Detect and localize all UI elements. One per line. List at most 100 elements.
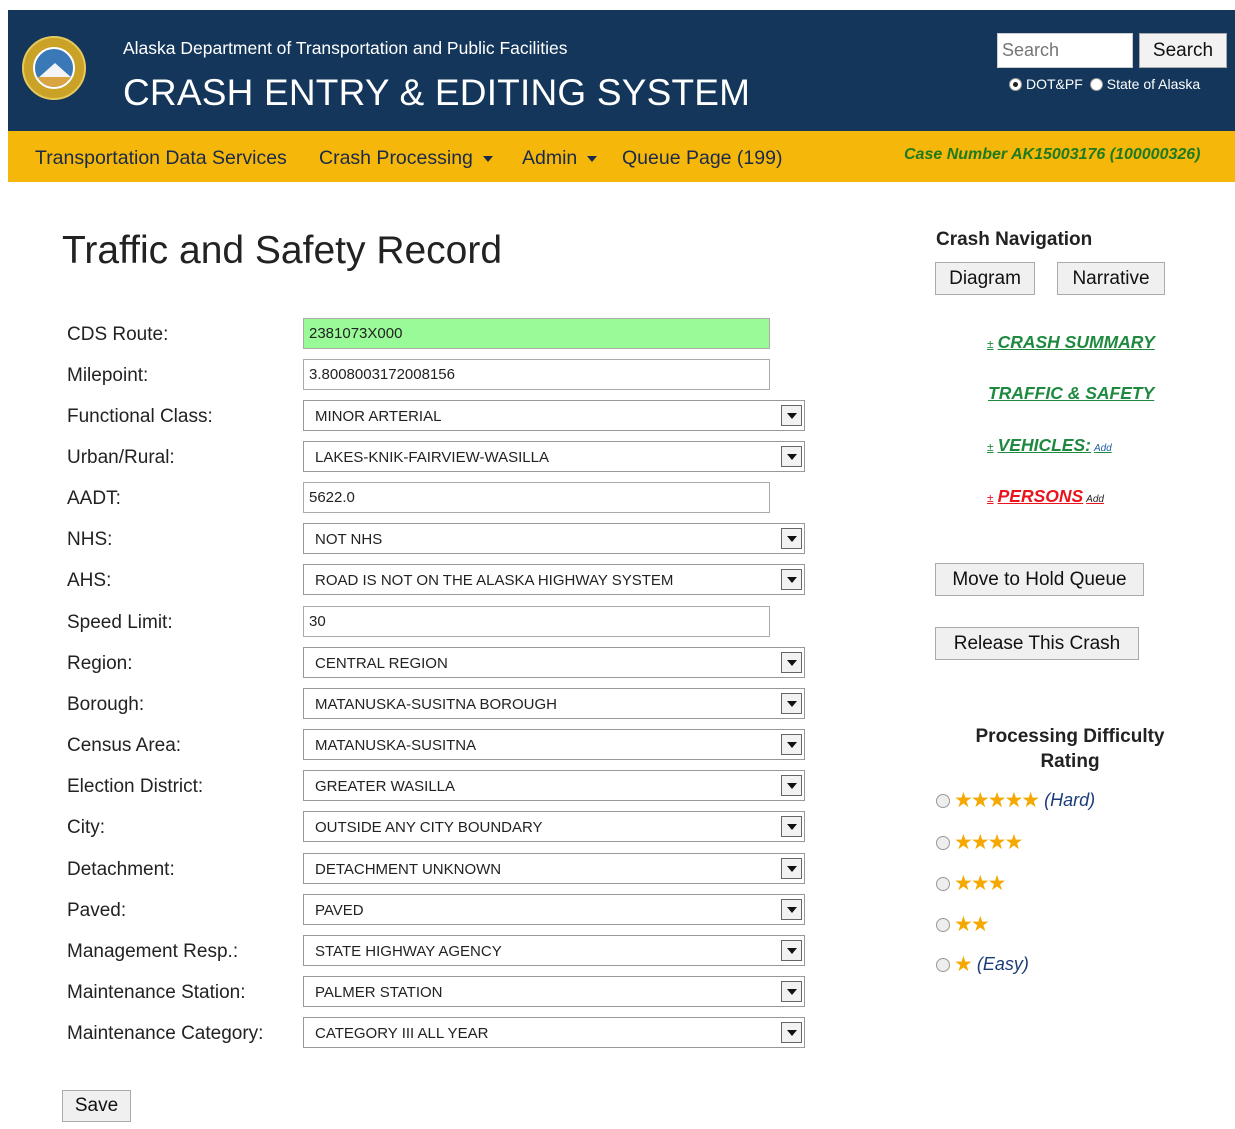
select-value: MINOR ARTERIAL xyxy=(315,408,442,425)
city-select[interactable]: OUTSIDE ANY CITY BOUNDARY xyxy=(303,811,805,842)
form-row-aadt: AADT: xyxy=(67,482,807,514)
field-label: Urban/Rural: xyxy=(67,447,175,468)
field-label: Census Area: xyxy=(67,735,182,756)
agency-name: Alaska Department of Transportation and … xyxy=(123,38,568,58)
rating-label: (Hard) xyxy=(1044,790,1096,810)
field-label: Detachment: xyxy=(67,859,175,880)
vehicles-link[interactable]: ± VEHICLES: Add xyxy=(987,435,1112,456)
persons-label: PERSONS xyxy=(997,486,1084,506)
dropdown-arrow-icon xyxy=(781,775,802,796)
form-row-borough: Borough: MATANUSKA-SUSITNA BOROUGH xyxy=(67,688,807,720)
maintenance-station-select[interactable]: PALMER STATION xyxy=(303,976,805,1007)
detachment-select[interactable]: DETACHMENT UNKNOWN xyxy=(303,853,805,884)
dropdown-arrow-icon xyxy=(781,940,802,961)
dropdown-arrow-icon xyxy=(781,981,802,1002)
form-row-milepoint: Milepoint: xyxy=(67,359,807,391)
field-label: Paved: xyxy=(67,900,127,921)
chevron-down-icon xyxy=(482,155,493,162)
add-vehicle-link[interactable]: Add xyxy=(1094,443,1112,454)
rating-radio[interactable] xyxy=(936,876,950,891)
page-title: Traffic and Safety Record xyxy=(62,229,503,272)
narrative-button[interactable]: Narrative xyxy=(1057,262,1165,295)
crash-summary-link[interactable]: ± CRASH SUMMARY xyxy=(987,332,1155,353)
field-label: Election District: xyxy=(67,776,204,797)
form-row-urban-rural: Urban/Rural: LAKES-KNIK-FAIRVIEW-WASILLA xyxy=(67,441,807,473)
dropdown-arrow-icon xyxy=(781,899,802,920)
radio-state-of-alaska[interactable] xyxy=(1089,77,1103,91)
form-row-management-resp: Management Resp.: STATE HIGHWAY AGENCY xyxy=(67,935,807,967)
form-row-nhs: NHS: NOT NHS xyxy=(67,523,807,555)
field-label: City: xyxy=(67,817,105,838)
traffic-safety-link[interactable]: TRAFFIC & SAFETY xyxy=(988,383,1154,404)
search-input[interactable] xyxy=(997,33,1133,68)
vehicles-label: VEHICLES: xyxy=(997,435,1091,455)
field-label: AHS: xyxy=(67,570,112,591)
aadt-field[interactable] xyxy=(303,482,770,513)
star-icons: ★ xyxy=(954,953,973,976)
region-select[interactable]: CENTRAL REGION xyxy=(303,647,805,678)
cds-route-field[interactable] xyxy=(303,318,770,349)
field-label: Milepoint: xyxy=(67,365,149,386)
form-row-cds-route: CDS Route: xyxy=(67,318,807,350)
rating-option-3: ★★★ xyxy=(936,871,1007,896)
borough-select[interactable]: MATANUSKA-SUSITNA BOROUGH xyxy=(303,688,805,719)
nhs-select[interactable]: NOT NHS xyxy=(303,523,805,554)
star-icons: ★★★ xyxy=(954,872,1007,895)
rating-radio[interactable] xyxy=(936,957,950,972)
rating-radio[interactable] xyxy=(936,835,950,850)
select-value: ROAD IS NOT ON THE ALASKA HIGHWAY SYSTEM xyxy=(315,572,674,589)
nav-queue-page[interactable]: Queue Page (199) xyxy=(622,147,782,170)
save-button[interactable]: Save xyxy=(62,1090,131,1122)
milepoint-field[interactable] xyxy=(303,359,770,390)
form-row-speed-limit: Speed Limit: xyxy=(67,606,807,638)
form-row-ahs: AHS: ROAD IS NOT ON THE ALASKA HIGHWAY S… xyxy=(67,564,807,596)
nav-crash-processing[interactable]: Crash Processing xyxy=(319,147,493,170)
form-row-city: City: OUTSIDE ANY CITY BOUNDARY xyxy=(67,811,807,843)
nav-admin-label: Admin xyxy=(522,147,578,169)
select-value: GREATER WASILLA xyxy=(315,778,456,795)
select-value: STATE HIGHWAY AGENCY xyxy=(315,943,502,960)
census-area-select[interactable]: MATANUSKA-SUSITNA xyxy=(303,729,805,760)
dropdown-arrow-icon xyxy=(781,569,802,590)
expand-toggle-icon[interactable]: ± xyxy=(987,337,994,351)
processing-difficulty-heading: Processing Difficulty Rating xyxy=(975,726,1165,772)
speed-limit-field[interactable] xyxy=(303,606,770,637)
management-resp-select[interactable]: STATE HIGHWAY AGENCY xyxy=(303,935,805,966)
persons-link[interactable]: ± PERSONS Add xyxy=(987,486,1104,507)
form-row-functional-class: Functional Class: MINOR ARTERIAL xyxy=(67,400,807,432)
field-label: Functional Class: xyxy=(67,406,213,427)
select-value: MATANUSKA-SUSITNA BOROUGH xyxy=(315,696,557,713)
nav-transportation-data-services[interactable]: Transportation Data Services xyxy=(35,147,287,170)
rating-radio[interactable] xyxy=(936,793,950,808)
alaska-dot-seal-logo xyxy=(22,36,86,100)
maintenance-category-select[interactable]: CATEGORY III ALL YEAR xyxy=(303,1017,805,1048)
nav-admin[interactable]: Admin xyxy=(522,147,598,170)
form-row-region: Region: CENTRAL REGION xyxy=(67,647,807,679)
rating-option-5: ★★★★★ (Hard) xyxy=(936,788,1095,813)
form-row-election-district: Election District: GREATER WASILLA xyxy=(67,770,807,802)
paved-select[interactable]: PAVED xyxy=(303,894,805,925)
field-label: Management Resp.: xyxy=(67,941,239,962)
rating-radio[interactable] xyxy=(936,917,950,932)
case-number: Case Number AK15003176 (100000326) xyxy=(904,146,1201,163)
form-row-maintenance-station: Maintenance Station: PALMER STATION xyxy=(67,976,807,1008)
traffic-safety-label: TRAFFIC & SAFETY xyxy=(988,383,1155,403)
move-to-hold-queue-button[interactable]: Move to Hold Queue xyxy=(935,563,1144,596)
expand-toggle-icon[interactable]: ± xyxy=(987,491,994,505)
urban-rural-select[interactable]: LAKES-KNIK-FAIRVIEW-WASILLA xyxy=(303,441,805,472)
release-this-crash-button[interactable]: Release This Crash xyxy=(935,627,1139,660)
diagram-button[interactable]: Diagram xyxy=(935,262,1035,295)
dropdown-arrow-icon xyxy=(781,816,802,837)
chevron-down-icon xyxy=(587,155,598,162)
search-button[interactable]: Search xyxy=(1139,33,1227,68)
rating-option-1: ★ (Easy) xyxy=(936,952,1029,977)
rating-label: (Easy) xyxy=(976,954,1029,974)
expand-toggle-icon[interactable]: ± xyxy=(987,440,994,454)
ahs-select[interactable]: ROAD IS NOT ON THE ALASKA HIGHWAY SYSTEM xyxy=(303,564,805,595)
add-person-link[interactable]: Add xyxy=(1086,494,1104,505)
star-icons: ★★★★ xyxy=(954,831,1023,854)
dropdown-arrow-icon xyxy=(781,652,802,673)
radio-dotpf[interactable] xyxy=(1009,77,1022,91)
functional-class-select[interactable]: MINOR ARTERIAL xyxy=(303,400,805,431)
election-district-select[interactable]: GREATER WASILLA xyxy=(303,770,805,801)
